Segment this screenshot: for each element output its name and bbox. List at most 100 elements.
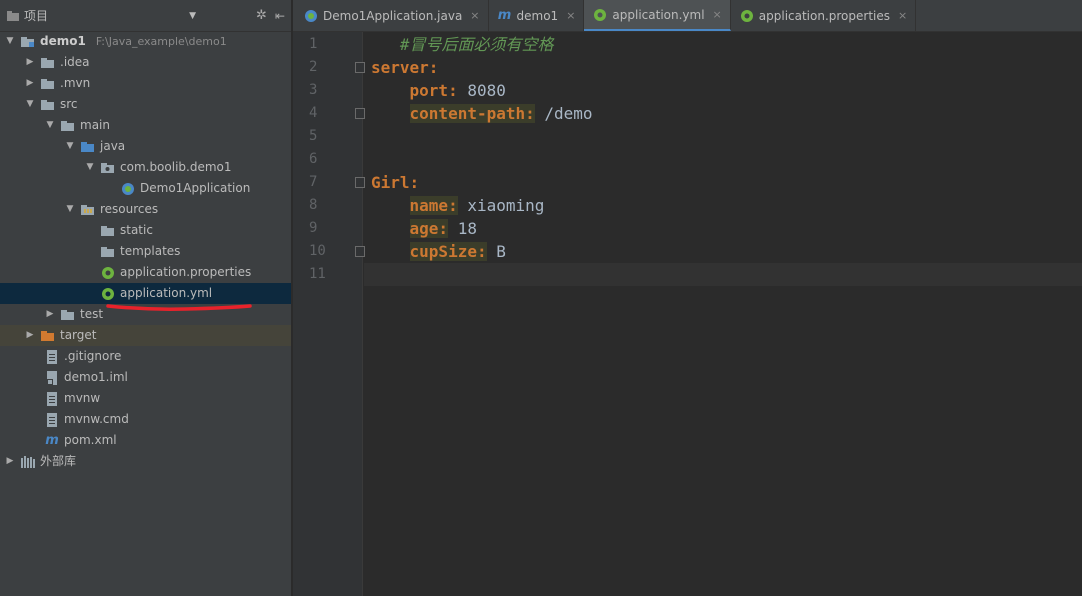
tree-item-mvnw-cmd[interactable]: mvnw.cmd <box>0 409 291 430</box>
code-editor[interactable]: #冒号后面必须有空格 server: port: 8080 content-pa… <box>364 32 1082 596</box>
code-line[interactable]: Girl: <box>364 171 1082 194</box>
text-file-icon <box>44 349 60 364</box>
yaml-value: xiaoming <box>457 196 545 215</box>
tree-item-gitignore[interactable]: .gitignore <box>0 346 291 367</box>
tree-item-label: .idea <box>60 55 90 69</box>
line-number: 10 <box>293 240 365 263</box>
tree-item-label: com.boolib.demo1 <box>120 160 232 174</box>
tree-item-label: mvnw <box>64 391 101 405</box>
code-line[interactable] <box>364 125 1082 148</box>
excluded-folder-icon <box>40 330 56 342</box>
close-icon[interactable]: × <box>470 9 479 22</box>
yaml-value: 18 <box>448 219 477 238</box>
code-line-current[interactable] <box>364 263 1082 286</box>
maven-icon: m <box>45 433 59 448</box>
tree-item-label: main <box>80 118 110 132</box>
view-dropdown-icon[interactable]: ▼ <box>189 11 196 21</box>
line-number: 1 <box>309 36 318 52</box>
tree-item-main[interactable]: ▼ main <box>0 115 291 136</box>
close-icon[interactable]: × <box>566 9 575 22</box>
tree-item-label: static <box>120 223 153 237</box>
tab-label: demo1 <box>516 8 559 23</box>
project-folder-icon <box>6 10 20 22</box>
spring-config-file-icon <box>592 8 608 22</box>
yaml-key: Girl: <box>371 173 420 192</box>
collapsed-arrow-icon[interactable]: ▶ <box>44 304 56 325</box>
spring-config-file-icon <box>100 287 116 300</box>
module-file-icon <box>44 370 60 385</box>
tree-item-demo1application[interactable]: Demo1Application <box>0 178 291 199</box>
tree-item-src[interactable]: ▼ src <box>0 94 291 115</box>
tab-demo1-pom[interactable]: m demo1 × <box>489 0 585 31</box>
yaml-key: port: <box>409 81 458 100</box>
code-line[interactable]: age: 18 <box>364 217 1082 240</box>
collapsed-arrow-icon[interactable]: ▶ <box>24 73 36 94</box>
line-number: 2 <box>293 56 365 79</box>
tree-item-package[interactable]: ▼ com.boolib.demo1 <box>0 157 291 178</box>
expanded-arrow-icon[interactable]: ▼ <box>4 31 16 52</box>
expanded-arrow-icon[interactable]: ▼ <box>64 136 76 157</box>
hide-panel-icon[interactable]: ⇤ <box>275 9 285 23</box>
tree-item-templates[interactable]: templates <box>0 241 291 262</box>
red-underline-annotation <box>106 304 252 311</box>
folder-icon <box>60 120 76 132</box>
collapsed-arrow-icon[interactable]: ▶ <box>4 451 16 472</box>
tree-item-target[interactable]: ▶ target <box>0 325 291 346</box>
close-icon[interactable]: × <box>713 8 722 21</box>
tree-item-root[interactable]: ▼ demo1 F:\Java_example\demo1 <box>0 31 291 52</box>
code-line[interactable]: server: <box>364 56 1082 79</box>
line-number: 3 <box>309 82 318 98</box>
collapsed-arrow-icon[interactable]: ▶ <box>24 325 36 346</box>
spring-config-file-icon <box>739 9 755 23</box>
tree-item-external-libraries[interactable]: ▶ 外部库 <box>0 451 291 472</box>
yaml-key: cupSize: <box>409 242 487 261</box>
editor-tabs: Demo1Application.java × m demo1 × applic… <box>293 0 1082 32</box>
gear-icon[interactable]: ✲ <box>256 8 267 23</box>
tree-item-label: 外部库 <box>40 454 77 468</box>
code-line[interactable]: port: 8080 <box>364 79 1082 102</box>
code-line[interactable]: #冒号后面必须有空格 <box>364 33 1082 56</box>
tree-item-java[interactable]: ▼ java <box>0 136 291 157</box>
code-line[interactable]: content-path: /demo <box>364 102 1082 125</box>
expanded-arrow-icon[interactable]: ▼ <box>44 115 56 136</box>
code-line[interactable]: cupSize: B <box>364 240 1082 263</box>
folder-icon <box>40 57 56 69</box>
folder-icon <box>40 99 56 111</box>
tab-application-properties[interactable]: application.properties × <box>731 0 917 31</box>
tree-item-idea[interactable]: ▶ .idea <box>0 52 291 73</box>
tree-item-label: application.yml <box>120 286 213 300</box>
project-panel-title[interactable]: 项目 <box>24 7 189 24</box>
tree-item-mvnw[interactable]: mvnw <box>0 388 291 409</box>
line-number: 7 <box>293 171 365 194</box>
root-module-path: F:\Java_example\demo1 <box>95 35 227 48</box>
tree-item-pom-xml[interactable]: m pom.xml <box>0 430 291 451</box>
folder-icon <box>40 78 56 90</box>
tab-demo1application-java[interactable]: Demo1Application.java × <box>295 0 489 31</box>
line-number: 6 <box>309 151 318 167</box>
collapsed-arrow-icon[interactable]: ▶ <box>24 52 36 73</box>
yaml-key: name: <box>409 196 458 215</box>
editor-area: Demo1Application.java × m demo1 × applic… <box>293 0 1082 596</box>
expanded-arrow-icon[interactable]: ▼ <box>64 199 76 220</box>
tree-item-static[interactable]: static <box>0 220 291 241</box>
tree-item-label: test <box>80 307 104 321</box>
expanded-arrow-icon[interactable]: ▼ <box>24 94 36 115</box>
code-line[interactable]: name: xiaoming <box>364 194 1082 217</box>
resources-folder-icon <box>80 204 96 216</box>
text-file-icon <box>44 412 60 427</box>
tab-label: Demo1Application.java <box>323 8 463 23</box>
tree-item-label: pom.xml <box>64 433 117 447</box>
tree-item-demo1-iml[interactable]: demo1.iml <box>0 367 291 388</box>
yaml-key: server: <box>371 58 439 77</box>
line-number: 5 <box>309 128 318 144</box>
tree-item-application-yml[interactable]: application.yml <box>0 283 291 304</box>
tab-application-yml[interactable]: application.yml × <box>584 0 731 31</box>
close-icon[interactable]: × <box>898 9 907 22</box>
expanded-arrow-icon[interactable]: ▼ <box>84 157 96 178</box>
code-line[interactable] <box>364 148 1082 171</box>
tree-item-application-properties[interactable]: application.properties <box>0 262 291 283</box>
line-number-gutter: 1 2 3 4 5 6 7 8 9 10 11 <box>293 32 365 596</box>
tree-item-mvn[interactable]: ▶ .mvn <box>0 73 291 94</box>
tree-item-resources[interactable]: ▼ resources <box>0 199 291 220</box>
tree-item-label: java <box>100 139 126 153</box>
